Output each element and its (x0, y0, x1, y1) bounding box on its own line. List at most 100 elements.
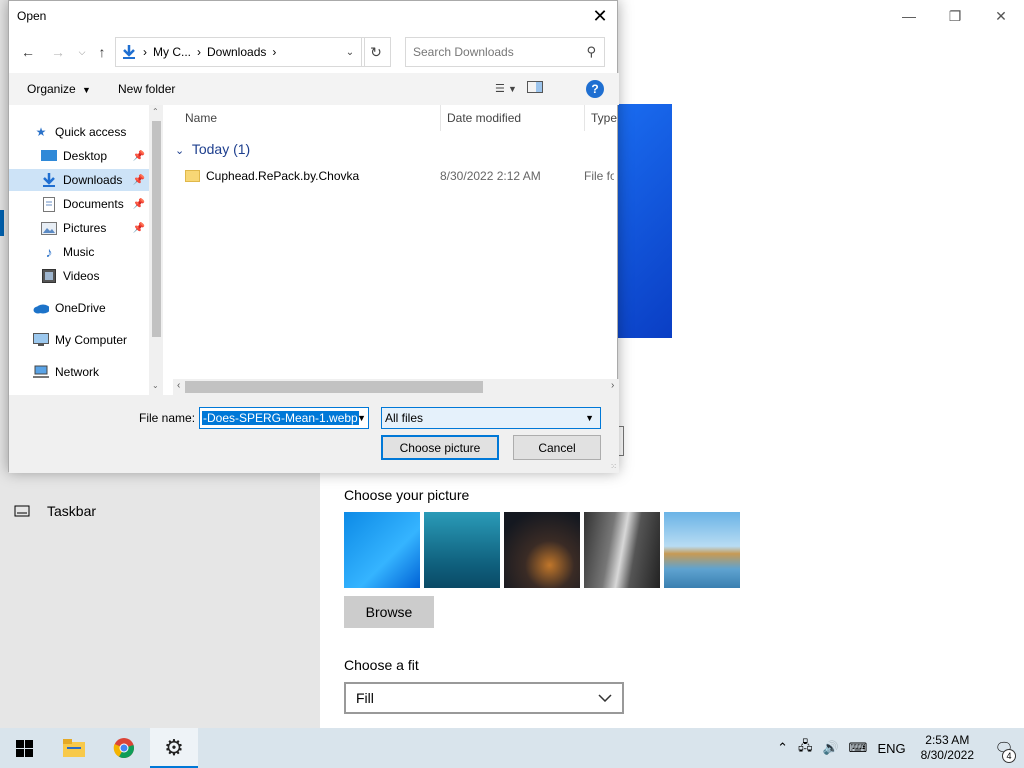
nav-item-pictures[interactable]: Pictures 📌 (41, 217, 149, 239)
address-bar[interactable]: › My C... › Downloads › ⌄ (115, 37, 365, 67)
nav-item-my-computer[interactable]: My Computer (33, 329, 127, 351)
caret-down-icon: ▼ (507, 84, 517, 94)
file-name-value: -Does-SPERG-Mean-1.webp (202, 411, 359, 425)
nav-item-onedrive[interactable]: OneDrive (33, 297, 106, 319)
table-row[interactable]: Cuphead.RePack.by.Chovka 8/30/2022 2:12 … (185, 165, 619, 187)
nav-item-music[interactable]: ♪ Music (41, 241, 95, 263)
cloud-icon (33, 301, 49, 315)
keyboard-icon[interactable]: ⌨ (849, 740, 868, 756)
restore-button[interactable]: ❐ (932, 0, 978, 32)
windows-logo-icon (15, 739, 33, 757)
fit-select[interactable]: Fill (344, 682, 624, 714)
chevron-down-icon[interactable]: ▼ (357, 413, 366, 423)
gear-icon: ⚙ (164, 735, 184, 760)
search-input[interactable]: Search Downloads ⚲ (405, 37, 605, 67)
settings-nav-taskbar[interactable]: Taskbar (14, 503, 96, 519)
view-options-button[interactable]: ☰ ▼ (495, 82, 517, 95)
picture-thumbnails (344, 512, 740, 588)
nav-item-documents[interactable]: Documents 📌 (41, 193, 149, 215)
nav-item-label: Pictures (63, 221, 107, 235)
nav-item-label: Quick access (55, 125, 127, 139)
thumbnail-beach[interactable] (664, 512, 740, 588)
file-name-input[interactable]: -Does-SPERG-Mean-1.webp ▼ (199, 407, 369, 429)
file-type-filter-value: All files (385, 411, 424, 425)
nav-item-label: Downloads (63, 173, 123, 187)
taskbar-file-explorer[interactable] (50, 728, 98, 768)
organize-button[interactable]: Organize ▼ (27, 82, 91, 96)
close-window-button[interactable]: ✕ (978, 0, 1024, 32)
notification-center-button[interactable]: 🗨 4 (984, 739, 1024, 763)
taskbar-chrome[interactable] (100, 728, 148, 768)
scroll-left-icon[interactable]: ‹ (177, 380, 180, 391)
back-button[interactable]: ← (17, 42, 39, 62)
cancel-button[interactable]: Cancel (513, 435, 601, 460)
language-indicator[interactable]: ENG (877, 741, 905, 756)
list-view-icon: ☰ (495, 83, 505, 95)
nav-item-videos[interactable]: Videos (41, 265, 99, 287)
scroll-right-icon[interactable]: › (611, 380, 614, 391)
network-icon[interactable]: 🖧 (798, 737, 813, 759)
nav-item-desktop[interactable]: Desktop 📌 (41, 145, 149, 167)
address-segment[interactable]: Downloads (207, 45, 266, 59)
nav-item-label: Documents (63, 197, 124, 211)
thumbnail-night-sky[interactable] (504, 512, 580, 588)
refresh-button[interactable]: ↻ (361, 37, 391, 67)
address-segment[interactable]: My C... (153, 45, 191, 59)
file-date: 8/30/2022 2:12 AM (440, 169, 541, 183)
thumbnail-underwater[interactable] (424, 512, 500, 588)
thumbnail-waterfall[interactable] (584, 512, 660, 588)
nav-item-network[interactable]: Network (33, 361, 99, 383)
fit-select-value: Fill (356, 690, 374, 706)
nav-item-downloads[interactable]: Downloads 📌 (41, 169, 149, 191)
open-file-dialog: Open ✕ ← → ⌵ ↑ › My C... › Downloads › ⌄… (8, 0, 619, 473)
pictures-icon (41, 221, 57, 235)
file-type-filter[interactable]: All files ▼ (381, 407, 601, 429)
group-header-today[interactable]: ⌄ Today (1) (175, 141, 250, 157)
file-name-label: File name: (139, 411, 196, 425)
up-button[interactable]: ↑ (91, 42, 113, 62)
organize-label: Organize (27, 82, 76, 96)
column-headers: Name Date modified Type (165, 105, 619, 131)
column-header-name[interactable]: Name (165, 105, 441, 131)
system-tray: ⌃ 🖧 🔊 ⌨ ENG 2:53 AM 8/30/2022 🗨 4 (772, 728, 1024, 768)
folder-icon (63, 739, 85, 757)
recent-locations-button[interactable]: ⌵ (75, 42, 89, 62)
choose-picture-button[interactable]: Choose picture (381, 435, 499, 460)
column-header-date[interactable]: Date modified (441, 105, 585, 131)
thumbnail-windows-default[interactable] (344, 512, 420, 588)
navigation-pane: ★ Quick access Desktop 📌 Downloads 📌 Doc… (9, 105, 163, 395)
nav-selection-indicator (0, 210, 4, 236)
preview-pane-button[interactable] (526, 81, 543, 96)
search-placeholder: Search Downloads (413, 45, 514, 59)
clock[interactable]: 2:53 AM 8/30/2022 (921, 733, 974, 763)
help-icon[interactable]: ? (586, 80, 604, 98)
new-folder-button[interactable]: New folder (118, 82, 175, 96)
settings-window-controls: — ❐ ✕ (886, 0, 1024, 32)
chevron-up-icon[interactable]: ⌃ (777, 740, 788, 756)
resize-grip-icon[interactable]: ⁙ (610, 462, 617, 471)
arrow-right-icon: → (51, 44, 65, 60)
minimize-button[interactable]: — (886, 0, 932, 32)
refresh-icon: ↻ (370, 43, 382, 60)
volume-icon[interactable]: 🔊 (822, 740, 838, 756)
file-name: Cuphead.RePack.by.Chovka (206, 169, 360, 183)
dialog-close-button[interactable]: ✕ (583, 1, 617, 31)
background-preview (616, 104, 672, 338)
nav-item-quick-access[interactable]: ★ Quick access (33, 121, 127, 143)
chevron-down-icon[interactable]: ⌄ (336, 38, 364, 66)
browse-button[interactable]: Browse (344, 596, 434, 628)
chevron-right-icon: › (197, 45, 201, 59)
chevron-down-icon: ⌄ (175, 145, 185, 157)
forward-button[interactable]: → (47, 42, 69, 62)
arrow-left-icon: ← (21, 44, 35, 60)
taskbar-settings[interactable]: ⚙ (150, 728, 198, 768)
horizontal-scrollbar-thumb[interactable] (185, 381, 483, 393)
caret-down-icon: ▼ (82, 85, 91, 95)
start-button[interactable] (0, 728, 48, 768)
scroll-down-icon[interactable]: ⌄ (152, 381, 159, 390)
column-header-type[interactable]: Type (585, 105, 619, 131)
dialog-toolbar: Organize ▼ New folder ☰ ▼ ? (9, 73, 619, 105)
nav-scrollbar-thumb[interactable] (152, 121, 161, 337)
settings-nav-taskbar-label: Taskbar (47, 503, 97, 519)
scroll-up-icon[interactable]: ⌃ (152, 107, 159, 116)
